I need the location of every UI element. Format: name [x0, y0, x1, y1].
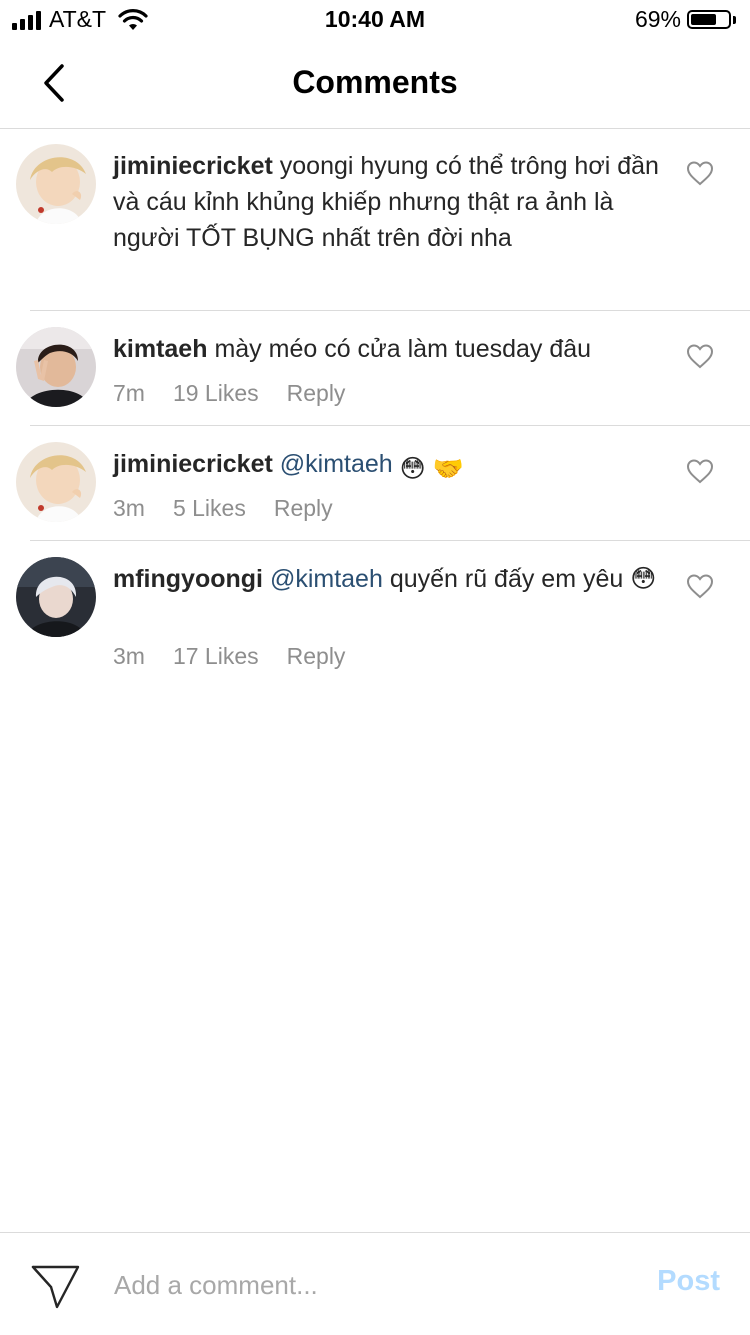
comment-text: jiminiecricket yoongi hyung có thể trông…: [113, 148, 673, 256]
avatar[interactable]: [16, 327, 96, 407]
avatar-blond-photo: [16, 442, 96, 522]
status-bar: AT&T 10:40 AM 69%: [0, 0, 750, 40]
comment-username[interactable]: jiminiecricket: [113, 152, 273, 180]
avatar[interactable]: [16, 557, 96, 637]
comment-time: 3m: [113, 495, 145, 521]
heart-icon[interactable]: [686, 343, 714, 369]
battery-tip: [733, 15, 736, 24]
comment-text: kimtaeh mày méo có cửa làm tuesday đâu: [113, 331, 673, 367]
comment-body: 😳 🤝: [399, 455, 464, 483]
reply-button[interactable]: Reply: [274, 495, 333, 522]
comment-username[interactable]: kimtaeh: [113, 335, 207, 363]
post-button[interactable]: Post: [657, 1265, 720, 1298]
comment-item: jiminiecricket @kimtaeh 😳 🤝 3m 5 Likes R…: [0, 426, 750, 539]
comment-meta: 7m 19 Likes Reply: [113, 380, 345, 407]
avatar[interactable]: [16, 442, 96, 522]
comment-meta: 3m 5 Likes Reply: [113, 495, 333, 522]
reply-button[interactable]: Reply: [287, 643, 346, 670]
comment-item: mfingyoongi @kimtaeh quyến rũ đấy em yêu…: [0, 541, 750, 691]
comment-input[interactable]: [114, 1265, 614, 1305]
comment-body: quyến rũ đấy em yêu 😳: [389, 565, 657, 593]
comment-composer: Post: [0, 1232, 750, 1335]
battery-percent: 69%: [634, 6, 681, 32]
comment-item: kimtaeh mày méo có cửa làm tuesday đâu 7…: [0, 311, 750, 424]
page-title: Comments: [292, 64, 458, 100]
heart-icon[interactable]: [686, 160, 714, 186]
header: Comments: [0, 40, 750, 129]
comment-caption: jiminiecricket yoongi hyung có thể trông…: [0, 128, 750, 310]
comment-username[interactable]: jiminiecricket: [113, 450, 273, 478]
comment-text: jiminiecricket @kimtaeh 😳 🤝: [113, 446, 673, 487]
comment-likes[interactable]: 5 Likes: [173, 495, 246, 522]
battery-icon: [687, 10, 731, 29]
avatar-dark-hair-photo: [16, 327, 96, 407]
comment-body: mày méo có cửa làm tuesday đâu: [214, 335, 592, 363]
comment-likes[interactable]: 17 Likes: [173, 643, 259, 670]
heart-icon[interactable]: [686, 573, 714, 599]
reply-button[interactable]: Reply: [287, 380, 346, 407]
comment-meta: 3m 17 Likes Reply: [113, 643, 345, 670]
avatar-blond-photo: [16, 144, 96, 224]
avatar[interactable]: [16, 144, 96, 224]
paper-plane-icon[interactable]: [30, 1261, 82, 1311]
comment-time: 3m: [113, 643, 145, 669]
comment-time: 7m: [113, 380, 145, 406]
comment-username[interactable]: mfingyoongi: [113, 565, 263, 593]
heart-icon[interactable]: [686, 458, 714, 484]
comment-text: mfingyoongi @kimtaeh quyến rũ đấy em yêu…: [113, 561, 673, 597]
comment-mention[interactable]: @kimtaeh: [280, 450, 393, 478]
comment-mention[interactable]: @kimtaeh: [270, 565, 383, 593]
avatar-silver-hair-photo: [16, 557, 96, 637]
comment-likes[interactable]: 19 Likes: [173, 380, 259, 407]
status-right: 69%: [635, 6, 736, 33]
